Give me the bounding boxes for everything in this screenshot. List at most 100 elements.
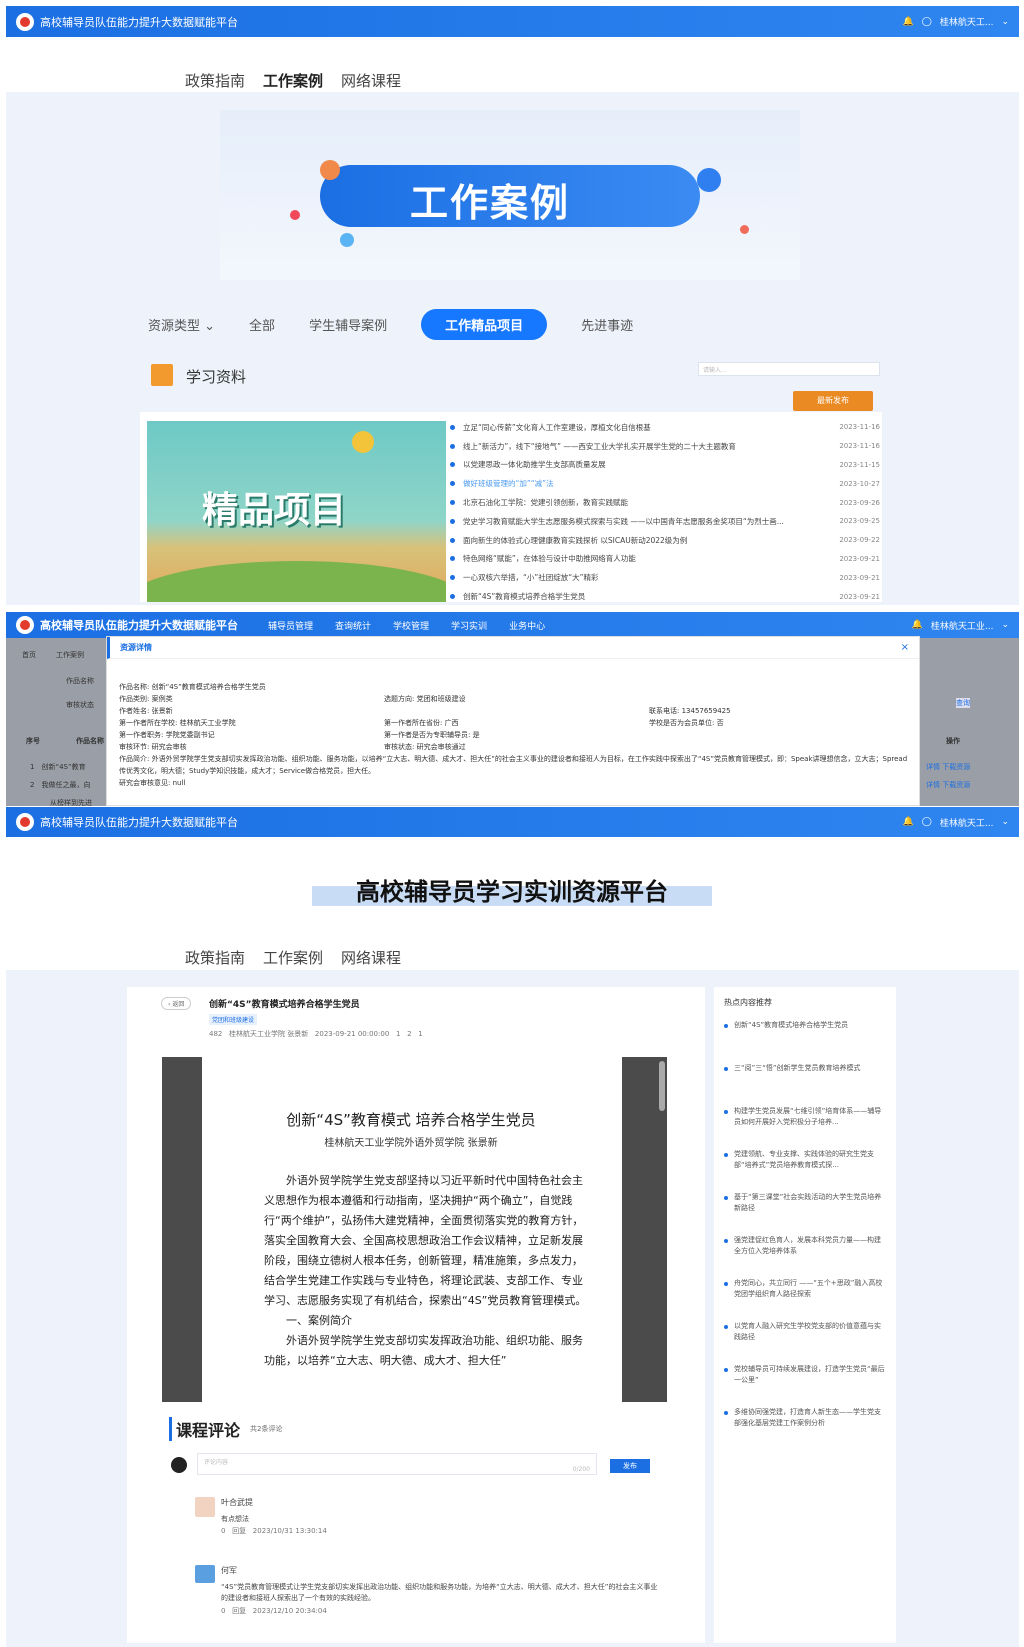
top-bar: 高校辅导员队伍能力提升大数据赋能平台 🔔 ◯ 桂林航天工... ⌄ [6, 807, 1019, 837]
breadcrumb: 首页 工作案例 [22, 651, 84, 659]
search-input[interactable]: 请输入... [698, 362, 880, 376]
banner-title: 工作案例 [410, 181, 571, 225]
hot-item[interactable]: 党校辅导员可持续发展建设，打造学生党员“最后一公里” [724, 1364, 886, 1407]
platform-title: 高校辅导员队伍能力提升大数据赋能平台 [40, 816, 238, 829]
filter-excellent-projects[interactable]: 工作精品项目 [421, 309, 548, 340]
filter-all[interactable]: 全部 [249, 315, 275, 334]
tab-policy[interactable]: 政策指南 [185, 947, 245, 972]
project-thumbnail[interactable]: 精品项目 [147, 421, 446, 602]
banner: 工作案例 [220, 110, 800, 280]
filter-advanced-deeds[interactable]: 先进事迹 [581, 315, 633, 334]
hot-item[interactable]: 多维协同强党建，打造育人新生态——学生党支部强化基层党建工作案例分析 [724, 1407, 886, 1450]
filter-label: 审核状态 [66, 701, 94, 709]
filter-student-cases[interactable]: 学生辅导案例 [309, 315, 387, 334]
hot-item[interactable]: 创新“4S”教育模式培养合格学生党员 [724, 1020, 886, 1063]
list-item[interactable]: 立足“同心传薪”文化育人工作室建设，厚植文化自信根基 2023-11-16 [450, 418, 880, 437]
list-item[interactable]: 面向新生的体验式心理健康教育实践探析 以SICAU新动2022级为例 2023-0… [450, 531, 880, 550]
resource-detail-modal: 资源详情 × 作品名称: 创新“4S”教育模式培养合格学生党员 作品类别: 案例… [106, 636, 920, 806]
modal-body: 作品名称: 创新“4S”教育模式培养合格学生党员 作品类别: 案例类 选题方向: … [119, 683, 908, 787]
bell-icon[interactable]: 🔔 [912, 620, 923, 630]
chevron-down-icon[interactable]: ⌄ [1001, 620, 1009, 630]
hot-item[interactable]: 强党建促红色育人，发展本科党员力量——构建全方位入党培养体系 [724, 1235, 886, 1278]
col-ops: 操作 [946, 737, 960, 745]
close-icon[interactable]: × [901, 642, 909, 653]
thumbnail-title: 精品项目 [202, 490, 347, 531]
doc-heading: 一、案例简介 [286, 1314, 352, 1327]
scrollbar[interactable] [659, 1061, 665, 1111]
list-item[interactable]: 党史学习教育赋能大学生志愿服务模式探索与实践 ——以中国青年志愿服务金奖项目“为… [450, 512, 880, 531]
chevron-down-icon[interactable]: ⌄ [1001, 817, 1009, 827]
comment-actions[interactable]: 0 回复 2023/10/31 13:30:14 [221, 1526, 659, 1536]
hot-item[interactable]: 基于“第三课堂”社会实践活动的大学生党员培养新路径 [724, 1192, 886, 1235]
platform-title: 高校辅导员队伍能力提升大数据赋能平台 [40, 15, 238, 29]
platform-logo-icon [16, 12, 34, 31]
modal-title: 资源详情 [107, 637, 919, 659]
top-bar: 高校辅导员队伍能力提升大数据赋能平台 🔔 ◯ 桂林航天工... ⌄ [6, 6, 1019, 37]
bell-icon[interactable]: 🔔 [903, 817, 914, 827]
row-actions[interactable]: 详情 下载资源 [926, 780, 970, 790]
nav-training[interactable]: 学习实训 [451, 619, 487, 632]
admin-nav: 辅导员管理 查询统计 学校管理 学习实训 业务中心 [268, 619, 545, 632]
comments-title: 课程评论 [169, 1417, 240, 1441]
nav-business[interactable]: 业务中心 [509, 619, 545, 632]
hot-item[interactable]: 党建领航、专业支撑、实践体验的研究生党支部“培养式”党员培养教育模式探... [724, 1149, 886, 1192]
list-item[interactable]: 线上“新活力”，线下“接地气” ——西安工业大学扎实开展学生党的二十大主题教育 2… [450, 437, 880, 456]
col-index: 序号 [26, 737, 40, 745]
filter-label: 作品名称 [66, 677, 94, 685]
decor-dot [740, 225, 749, 234]
user-name[interactable]: 桂林航天工... [940, 816, 994, 829]
article-title: 创新“4S”教育模式培养合格学生党员 [209, 1000, 360, 1010]
nav-stats[interactable]: 查询统计 [335, 619, 371, 632]
platform-logo-icon [16, 813, 34, 831]
list-item[interactable]: 特色网络“赋能”，在体验与设计中助推网络育人功能 2023-09-21 [450, 550, 880, 569]
back-button[interactable]: ‹ 返回 [161, 997, 192, 1010]
admin-bar: 高校辅导员队伍能力提升大数据赋能平台 辅导员管理 查询统计 学校管理 学习实训 … [6, 612, 1019, 638]
nav-counselor[interactable]: 辅导员管理 [268, 619, 313, 632]
platform-title: 高校辅导员队伍能力提升大数据赋能平台 [40, 619, 238, 632]
platform-logo-icon [16, 616, 34, 634]
decor-dot [340, 233, 354, 247]
hot-item[interactable]: 构建学生党员发展“七维引领”培育体系——辅导员如何开展好入党积极分子培养... [724, 1106, 886, 1149]
comment-input[interactable]: 评论内容 0/200 [197, 1453, 597, 1475]
comments-count: 共2条评论 [250, 1425, 283, 1433]
list-item[interactable]: 做好班级管理的“加”“减”法 2023-10-27 [450, 474, 880, 493]
doc-subtitle: 桂林航天工业学院外语外贸学院 张景新 [324, 1138, 498, 1149]
hot-item[interactable]: 舟党同心，共立同行 ——“五个+思政”融入高校党团学组织育人路径探索 [724, 1278, 886, 1321]
document-page: 创新“4S”教育模式 培养合格学生党员 桂林航天工业学院外语外贸学院 张景新 外… [202, 1057, 622, 1402]
publish-button[interactable]: 发布 [610, 1459, 650, 1473]
avatar [195, 1565, 215, 1583]
sort-latest-button[interactable]: 最新发布 [793, 391, 873, 411]
comment-item: 何军 “4S”党员教育管理模式让学生党支部切实发挥出政治功能、组织功能和服务功能… [195, 1565, 659, 1616]
user-icon[interactable]: ◯ [922, 817, 932, 827]
hill-shape [147, 561, 446, 602]
article-tag: 党团和班级建设 [209, 1014, 258, 1025]
resource-type-dropdown[interactable]: 资源类型 ⌄ [148, 315, 215, 334]
list-item[interactable]: 一心双核六举措，“小”社团绽放“大”精彩 2023-09-21 [450, 568, 880, 587]
decor-dot [290, 210, 300, 220]
document-viewer[interactable]: 创新“4S”教育模式 培养合格学生党员 桂林航天工业学院外语外贸学院 张景新 外… [162, 1057, 667, 1402]
col-name: 作品名称 [76, 737, 104, 745]
hot-title: 热点内容推荐 [724, 998, 772, 1007]
table-row[interactable]: 2 我做任之最，向 [30, 780, 90, 790]
list-item[interactable]: 北京石油化工学院：党建引领创新，教育实践赋能 2023-09-26 [450, 493, 880, 512]
hot-item[interactable]: 三“阅”三“悟”创新学生党员教育培养模式 [724, 1063, 886, 1106]
query-button[interactable]: 查询 [956, 698, 970, 708]
nav-school[interactable]: 学校管理 [393, 619, 429, 632]
list-item[interactable]: 以党建思政一体化助推学生支部高质量发展 2023-11-15 [450, 456, 880, 475]
tab-courses[interactable]: 网络课程 [341, 947, 401, 972]
list-item[interactable]: 创新“4S”教育模式培养合格学生党员 2023-09-21 [450, 587, 880, 606]
user-icon[interactable]: ◯ [922, 17, 932, 27]
table-row[interactable]: 1 创新“4S”教育 [30, 762, 86, 772]
article-card: ‹ 返回 创新“4S”教育模式培养合格学生党员 党团和班级建设 482 桂林航天… [127, 987, 705, 1643]
tab-cases[interactable]: 工作案例 [263, 947, 323, 972]
avatar [195, 1497, 215, 1517]
chevron-down-icon[interactable]: ⌄ [1001, 17, 1009, 27]
hot-item[interactable]: 以党育人融入研究生学校党支部的价值意蕴与实践路径 [724, 1321, 886, 1364]
row-actions[interactable]: 详情 下载资源 [926, 762, 970, 772]
user-name[interactable]: 桂林航天工... [940, 15, 994, 28]
bell-icon[interactable]: 🔔 [903, 17, 914, 27]
doc-paragraph: 外语外贸学院学生党支部切实发挥政治功能、组织功能、服务功能，以培养“立大志、明大… [264, 1334, 583, 1367]
comment-actions[interactable]: 0 回复 2023/12/10 20:34:04 [221, 1606, 659, 1616]
user-name[interactable]: 桂林航天工业... [931, 619, 994, 632]
decor-dot [697, 168, 721, 192]
